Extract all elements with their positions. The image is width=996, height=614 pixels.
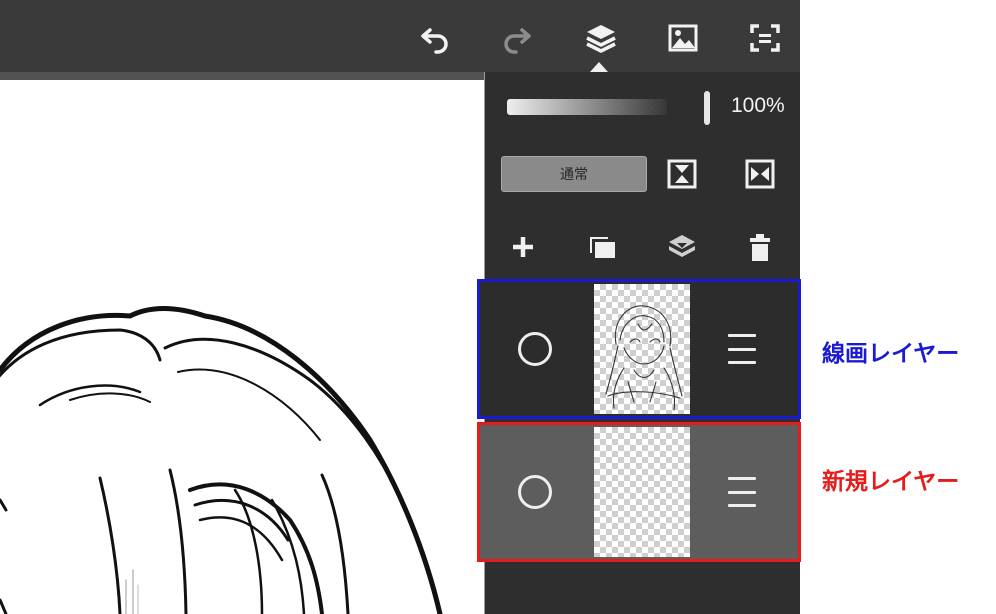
layer-visibility-circle-icon[interactable] — [518, 332, 552, 366]
layer-row-line-art[interactable] — [477, 279, 801, 419]
opacity-value: 100% — [731, 94, 785, 117]
opacity-slider[interactable] — [507, 99, 667, 115]
fullscreen-icon[interactable] — [747, 20, 783, 56]
layers-panel: 100% 通常 — [477, 72, 801, 614]
layer-thumbnail — [594, 284, 690, 414]
plus-icon[interactable] — [505, 229, 541, 265]
flip-horizontal-icon[interactable] — [742, 156, 778, 192]
layers-icon[interactable] — [583, 20, 619, 56]
redo-icon[interactable] — [498, 20, 534, 56]
toolbar-divider — [0, 72, 484, 80]
undo-icon[interactable] — [418, 20, 454, 56]
layer-row-new[interactable] — [477, 422, 801, 562]
trash-icon[interactable] — [742, 229, 778, 265]
blend-mode-button[interactable]: 通常 — [501, 156, 647, 192]
opacity-slider-handle[interactable] — [704, 91, 710, 125]
image-icon[interactable] — [665, 20, 701, 56]
layer-menu-hamburger-icon[interactable] — [728, 334, 756, 364]
annotation-line-layer: 線画レイヤー — [822, 341, 960, 367]
layer-menu-hamburger-icon[interactable] — [728, 477, 756, 507]
annotation-new-layer: 新規レイヤー — [822, 469, 960, 495]
layer-visibility-circle-icon[interactable] — [518, 475, 552, 509]
top-toolbar — [0, 0, 800, 72]
line-art-thumbnail-sketch — [605, 305, 683, 411]
merge-down-icon[interactable] — [664, 229, 700, 265]
layers-popover-caret — [590, 62, 608, 72]
drawing-canvas[interactable] — [0, 80, 484, 614]
duplicate-layer-icon[interactable] — [584, 229, 620, 265]
line-art-drawing — [0, 306, 443, 614]
flip-vertical-icon[interactable] — [664, 156, 700, 192]
layer-thumbnail — [594, 427, 690, 557]
